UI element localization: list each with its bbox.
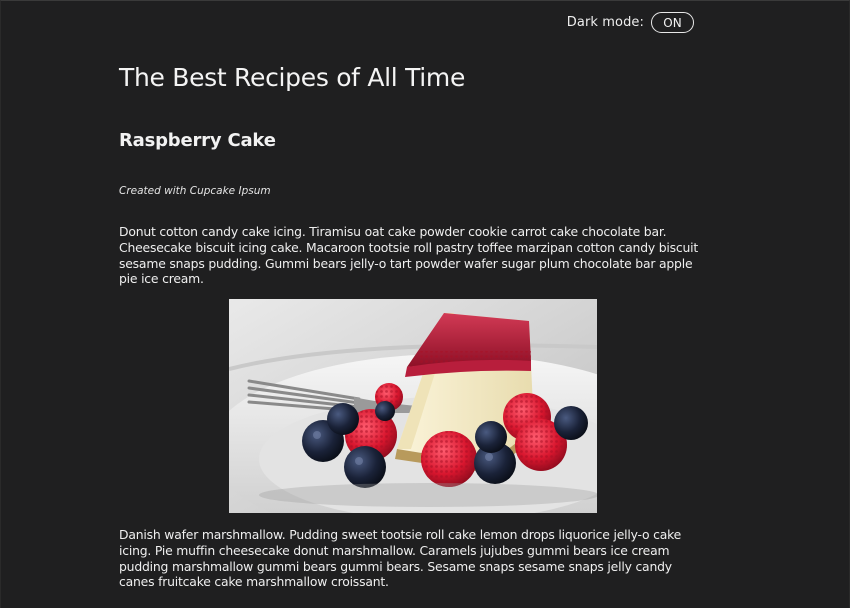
recipe-credit: Created with Cupcake Ipsum — [119, 185, 271, 197]
recipe-photo — [229, 299, 597, 513]
dark-mode-toggle[interactable]: ON — [651, 12, 694, 33]
recipe-paragraph-1: Donut cotton candy cake icing. Tiramisu … — [119, 224, 699, 287]
recipe-paragraph-2: Danish wafer marshmallow. Pudding sweet … — [119, 527, 682, 590]
page-title: The Best Recipes of All Time — [119, 63, 466, 92]
recipe-title: Raspberry Cake — [119, 130, 276, 151]
dark-mode-control: Dark mode: ON — [567, 12, 694, 33]
dark-mode-label: Dark mode: — [566, 15, 644, 30]
